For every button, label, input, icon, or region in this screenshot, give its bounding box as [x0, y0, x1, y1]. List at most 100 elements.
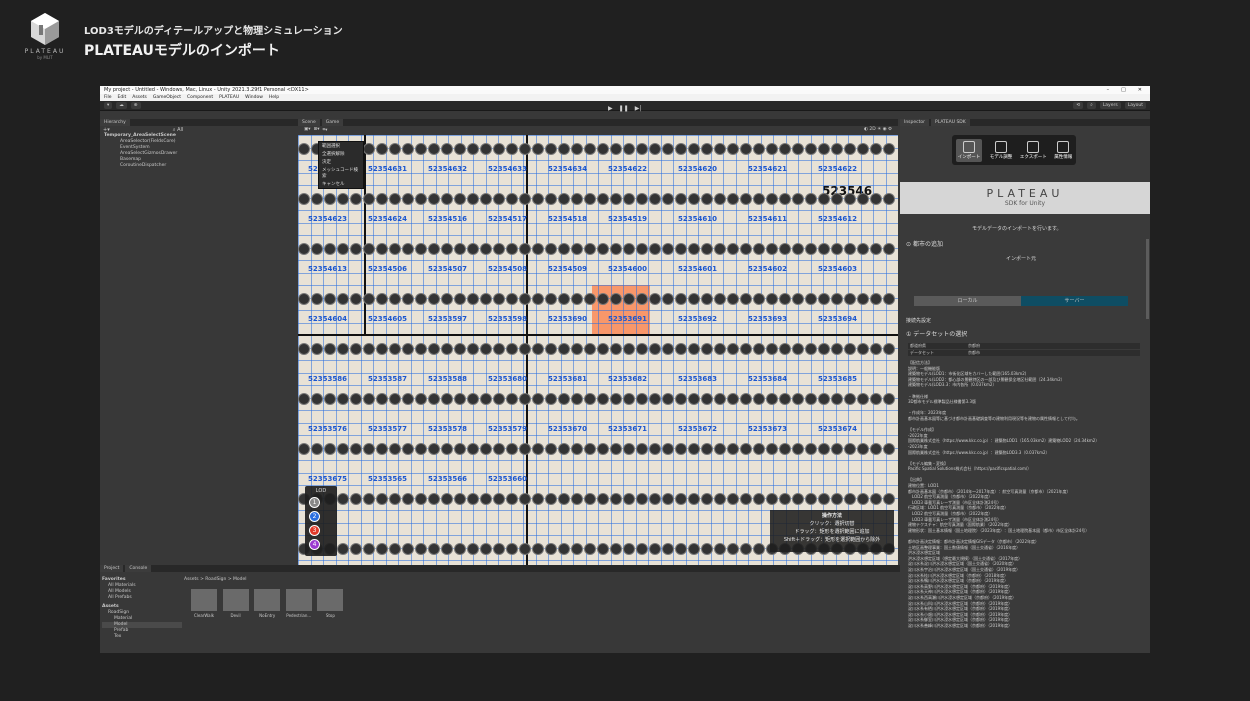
- building-lod-icon[interactable]: [805, 343, 817, 355]
- building-lod-icon[interactable]: [519, 243, 531, 255]
- building-lod-icon[interactable]: [584, 493, 596, 505]
- building-lod-icon[interactable]: [298, 443, 310, 455]
- building-lod-icon[interactable]: [532, 243, 544, 255]
- building-lod-icon[interactable]: [480, 243, 492, 255]
- building-lod-icon[interactable]: [584, 393, 596, 405]
- building-lod-icon[interactable]: [805, 143, 817, 155]
- building-lod-icon[interactable]: [779, 193, 791, 205]
- building-lod-icon[interactable]: [714, 243, 726, 255]
- menu-window[interactable]: Window: [245, 95, 263, 100]
- building-lod-icon[interactable]: [792, 193, 804, 205]
- building-lod-icon[interactable]: [727, 343, 739, 355]
- building-lod-icon[interactable]: [454, 243, 466, 255]
- building-lod-icon[interactable]: [636, 143, 648, 155]
- building-lod-icon[interactable]: [779, 493, 791, 505]
- building-lod-icon[interactable]: [454, 293, 466, 305]
- building-lod-icon[interactable]: [324, 393, 336, 405]
- building-lod-icon[interactable]: [753, 443, 765, 455]
- building-lod-icon[interactable]: [857, 243, 869, 255]
- building-lod-icon[interactable]: [376, 493, 388, 505]
- building-lod-icon[interactable]: [831, 443, 843, 455]
- building-lod-icon[interactable]: [402, 443, 414, 455]
- building-lod-icon[interactable]: [402, 193, 414, 205]
- building-lod-icon[interactable]: [831, 393, 843, 405]
- building-lod-icon[interactable]: [597, 293, 609, 305]
- building-lod-icon[interactable]: [740, 543, 752, 555]
- building-lod-icon[interactable]: [454, 343, 466, 355]
- building-lod-icon[interactable]: [597, 343, 609, 355]
- building-lod-icon[interactable]: [792, 143, 804, 155]
- building-lod-icon[interactable]: [571, 493, 583, 505]
- building-lod-icon[interactable]: [610, 543, 622, 555]
- asset-item[interactable]: Pedestrian...: [285, 589, 313, 618]
- building-lod-icon[interactable]: [454, 543, 466, 555]
- building-lod-icon[interactable]: [545, 543, 557, 555]
- building-lod-icon[interactable]: [597, 143, 609, 155]
- search-icon[interactable]: ⌕: [1087, 102, 1096, 109]
- building-lod-icon[interactable]: [753, 293, 765, 305]
- building-lod-icon[interactable]: [350, 493, 362, 505]
- building-lod-icon[interactable]: [532, 393, 544, 405]
- add-icon[interactable]: +▾: [103, 127, 110, 133]
- building-lod-icon[interactable]: [740, 293, 752, 305]
- building-lod-icon[interactable]: [701, 293, 713, 305]
- tab-project[interactable]: Project: [100, 565, 124, 572]
- layout-dropdown[interactable]: Layout: [1124, 102, 1146, 109]
- building-lod-icon[interactable]: [363, 193, 375, 205]
- building-lod-icon[interactable]: [597, 543, 609, 555]
- building-lod-icon[interactable]: [701, 243, 713, 255]
- building-lod-icon[interactable]: [311, 243, 323, 255]
- building-lod-icon[interactable]: [597, 243, 609, 255]
- building-lod-icon[interactable]: [324, 343, 336, 355]
- building-lod-icon[interactable]: [792, 343, 804, 355]
- building-lod-icon[interactable]: [805, 393, 817, 405]
- building-lod-icon[interactable]: [415, 443, 427, 455]
- building-lod-icon[interactable]: [870, 243, 882, 255]
- building-lod-icon[interactable]: [506, 393, 518, 405]
- building-lod-icon[interactable]: [389, 543, 401, 555]
- building-lod-icon[interactable]: [298, 293, 310, 305]
- tab-game[interactable]: Game: [321, 119, 344, 126]
- building-lod-icon[interactable]: [766, 393, 778, 405]
- building-lod-icon[interactable]: [857, 493, 869, 505]
- building-lod-icon[interactable]: [636, 293, 648, 305]
- tree-item[interactable]: Tex: [102, 634, 182, 640]
- building-lod-icon[interactable]: [649, 393, 661, 405]
- building-lod-icon[interactable]: [558, 493, 570, 505]
- building-lod-icon[interactable]: [883, 143, 895, 155]
- building-lod-icon[interactable]: [688, 293, 700, 305]
- building-lod-icon[interactable]: [727, 143, 739, 155]
- building-lod-icon[interactable]: [571, 243, 583, 255]
- building-lod-icon[interactable]: [441, 193, 453, 205]
- building-lod-icon[interactable]: [831, 143, 843, 155]
- sdk-tab-import[interactable]: インポート: [955, 138, 983, 162]
- building-lod-icon[interactable]: [532, 293, 544, 305]
- building-lod-icon[interactable]: [753, 493, 765, 505]
- building-lod-icon[interactable]: [441, 293, 453, 305]
- building-lod-icon[interactable]: [506, 543, 518, 555]
- building-lod-icon[interactable]: [870, 293, 882, 305]
- building-lod-icon[interactable]: [441, 343, 453, 355]
- building-lod-icon[interactable]: [701, 343, 713, 355]
- building-lod-icon[interactable]: [519, 143, 531, 155]
- building-lod-icon[interactable]: [467, 493, 479, 505]
- step-icon[interactable]: ▶|: [635, 105, 642, 112]
- building-lod-icon[interactable]: [493, 343, 505, 355]
- building-lod-icon[interactable]: [493, 443, 505, 455]
- building-lod-icon[interactable]: [636, 343, 648, 355]
- building-lod-icon[interactable]: [532, 443, 544, 455]
- building-lod-icon[interactable]: [675, 343, 687, 355]
- building-lod-icon[interactable]: [662, 543, 674, 555]
- building-lod-icon[interactable]: [870, 393, 882, 405]
- building-lod-icon[interactable]: [363, 143, 375, 155]
- menu-item-range-select[interactable]: 範囲選択: [319, 142, 363, 150]
- building-lod-icon[interactable]: [324, 293, 336, 305]
- building-lod-icon[interactable]: [727, 243, 739, 255]
- hierarchy-item[interactable]: CoroutineDispatcher: [100, 163, 298, 169]
- building-lod-icon[interactable]: [675, 143, 687, 155]
- building-lod-icon[interactable]: [519, 443, 531, 455]
- building-lod-icon[interactable]: [428, 193, 440, 205]
- building-lod-icon[interactable]: [506, 293, 518, 305]
- building-lod-icon[interactable]: [597, 443, 609, 455]
- building-lod-icon[interactable]: [324, 443, 336, 455]
